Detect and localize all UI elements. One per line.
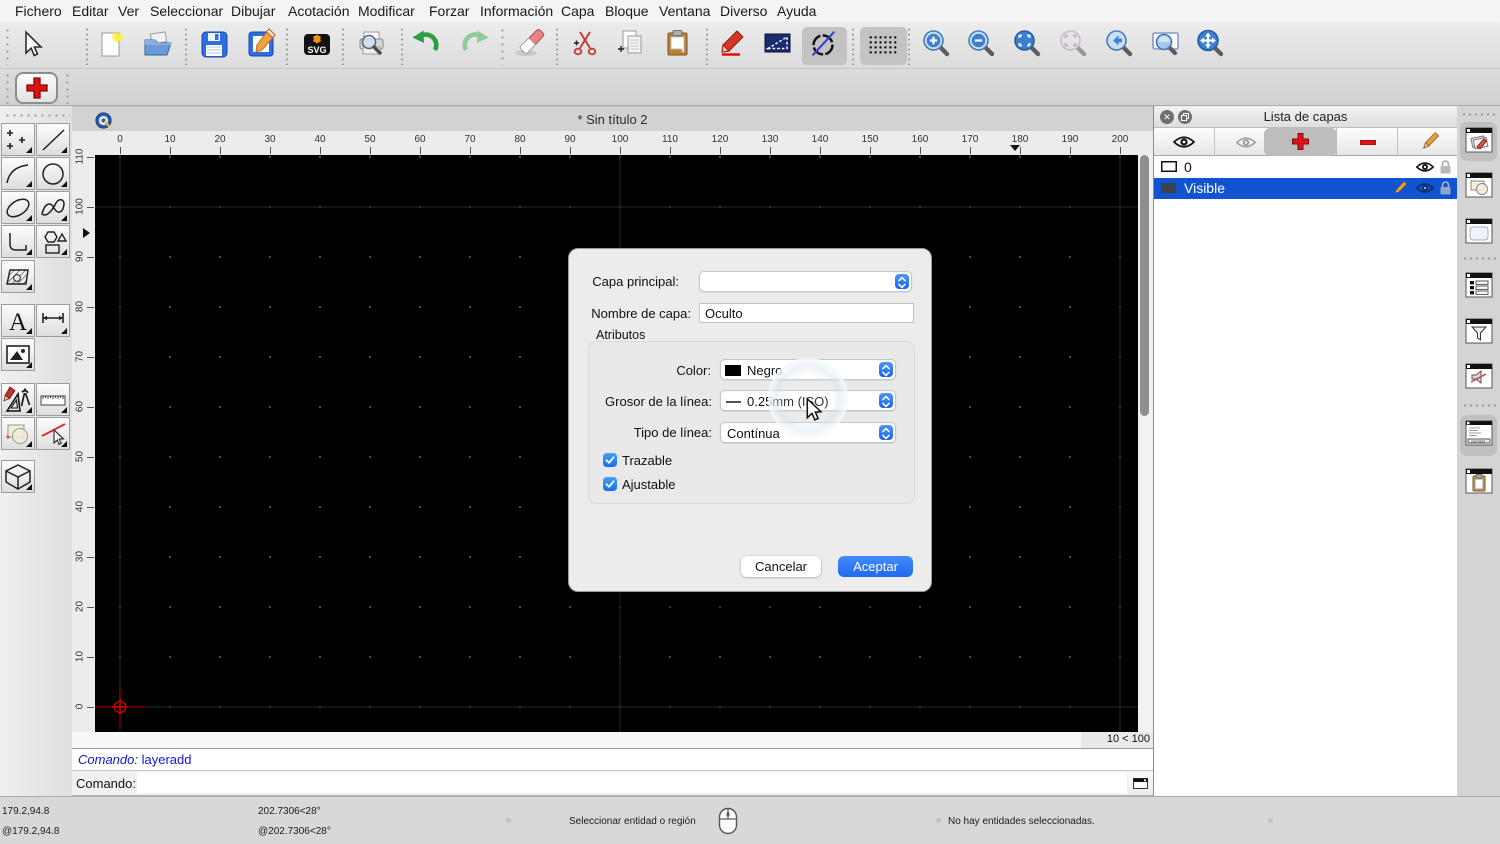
svg-text:command: command: [1471, 439, 1485, 443]
svg-text:A: A: [9, 309, 27, 335]
svg-text:SVG: SVG: [307, 45, 326, 55]
